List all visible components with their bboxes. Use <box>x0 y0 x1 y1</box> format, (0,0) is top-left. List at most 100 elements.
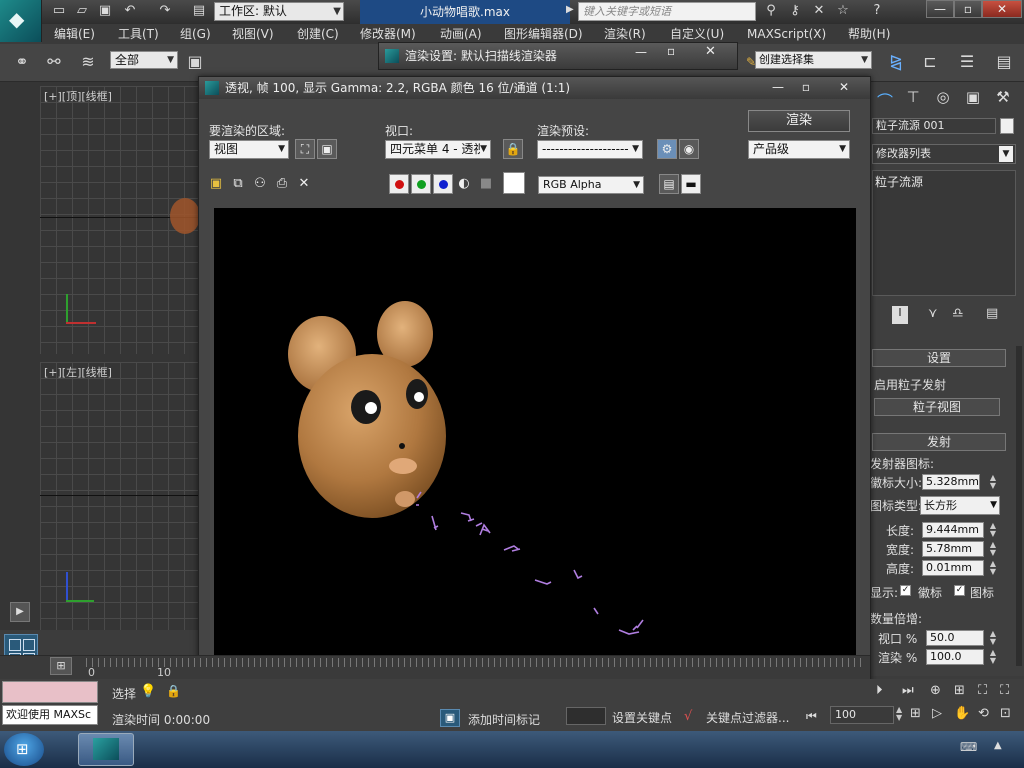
bind-space-warp-icon[interactable]: ≋ <box>76 50 100 74</box>
display-tab-icon[interactable]: ▣ <box>962 88 984 110</box>
object-color-swatch[interactable] <box>1000 118 1014 134</box>
key-icon[interactable]: ⚷ <box>786 3 804 19</box>
menu-animation[interactable]: 动画(A) <box>440 24 482 44</box>
render-setup-close-button[interactable]: ✕ <box>705 44 716 59</box>
menu-customize[interactable]: 自定义(U) <box>670 24 724 44</box>
link-icon[interactable]: ⚭ <box>10 50 34 74</box>
clone-frame-window-icon[interactable]: ⚇ <box>251 175 269 193</box>
show-icon-checkbox[interactable]: ✓ <box>954 585 965 596</box>
render-setup-maximize-button[interactable]: ▫ <box>667 44 675 58</box>
render-quality-dropdown[interactable]: 产品级 ▼ <box>748 140 850 159</box>
align-icon[interactable]: ⊏ <box>918 50 942 74</box>
clear-image-icon[interactable]: ✕ <box>295 175 313 193</box>
color-swatch[interactable] <box>503 172 525 194</box>
close-button[interactable]: ✕ <box>982 0 1022 18</box>
width-spinner[interactable]: ▲ ▼ <box>988 541 998 557</box>
modify-tab-icon[interactable]: ⌒ <box>874 88 896 111</box>
green-channel-toggle[interactable] <box>411 174 431 194</box>
logo-size-spinner[interactable]: ▲ ▼ <box>988 474 998 490</box>
frame-spinner[interactable]: ▲ ▼ <box>896 706 902 722</box>
tray-expand-icon[interactable]: ▲ <box>994 740 1002 751</box>
favorite-icon[interactable]: ☆ <box>834 3 852 19</box>
object-name-field[interactable]: 粒子流源 001 <box>872 118 996 134</box>
pan-view-icon[interactable]: ▷ <box>932 706 942 721</box>
go-to-start-icon[interactable]: ⏮ <box>806 709 817 724</box>
curve-editor-icon[interactable]: ⊞ <box>50 657 72 675</box>
copy-image-icon[interactable]: ⧉ <box>229 175 247 193</box>
render-setup-minimize-button[interactable]: — <box>635 45 647 59</box>
zoom-extents-all-icon[interactable]: ⛶ <box>1000 683 1009 698</box>
new-file-icon[interactable]: ▭ <box>50 3 68 19</box>
selection-lock-icon[interactable]: 🔒 <box>166 684 181 698</box>
viewport-pct-spinner[interactable]: ▲ ▼ <box>988 630 998 646</box>
modifier-stack-list[interactable]: 粒子流源 <box>872 170 1016 296</box>
render-preset-dropdown[interactable]: -------------------- ▼ <box>537 140 643 159</box>
show-logo-checkbox[interactable]: ✓ <box>900 585 911 596</box>
menu-group[interactable]: 组(G) <box>180 24 211 44</box>
make-unique-icon[interactable]: ♎ <box>952 306 964 321</box>
expand-arrow-button[interactable]: ▶ <box>10 602 30 622</box>
redo-icon[interactable]: ↷ <box>156 3 174 19</box>
rollout-emission-header[interactable]: 发射 <box>872 433 1006 451</box>
blue-channel-toggle[interactable] <box>433 174 453 194</box>
viewport-top[interactable]: [+][顶][线框] <box>40 86 200 354</box>
help-icon[interactable]: ? <box>868 3 886 19</box>
height-spinner[interactable]: ▲ ▼ <box>988 560 998 576</box>
length-spinner[interactable]: ▲ ▼ <box>988 522 998 538</box>
menu-edit[interactable]: 编辑(E) <box>54 24 95 44</box>
next-frame-icon[interactable]: ⏭ <box>902 683 914 698</box>
save-file-icon[interactable]: ▣ <box>96 3 114 19</box>
menu-tools[interactable]: 工具(T) <box>118 24 159 44</box>
time-tag-icon[interactable]: ▣ <box>440 709 460 727</box>
menu-modifiers[interactable]: 修改器(M) <box>360 24 416 44</box>
viewport-pct-field[interactable]: 50.0 <box>926 630 984 646</box>
orbit-icon[interactable]: ⟲ <box>978 706 989 721</box>
tools-icon[interactable]: ✕ <box>810 3 828 19</box>
monochrome-icon[interactable]: ■ <box>477 175 495 193</box>
layer-manager-icon[interactable]: ☰ <box>955 50 979 74</box>
viewport-dropdown[interactable]: 四元菜单 4 - 透视 ▼ <box>385 140 491 159</box>
render-pct-spinner[interactable]: ▲ ▼ <box>988 649 998 665</box>
particle-view-button[interactable]: 粒子视图 <box>874 398 1000 416</box>
frame-maximize-button[interactable]: ▫ <box>793 79 819 95</box>
maxscript-listener-pink[interactable] <box>2 681 98 703</box>
show-end-result-icon[interactable]: ⋎ <box>928 306 938 321</box>
viewport-left-label[interactable]: [+][左][线框] <box>44 364 112 380</box>
toggle-ui-overlay-button[interactable]: ▤ <box>659 174 679 194</box>
select-object-icon[interactable]: ▣ <box>183 50 207 74</box>
icon-type-dropdown[interactable]: 长方形 ▼ <box>920 496 1000 515</box>
area-to-render-dropdown[interactable]: 视图 ▼ <box>209 140 289 159</box>
mirror-icon[interactable]: ⧎ <box>884 50 908 74</box>
save-image-icon[interactable]: ▣ <box>207 175 225 193</box>
rollout-setup-header[interactable]: 设置 <box>872 349 1006 367</box>
start-button[interactable]: ⊞ <box>4 733 44 766</box>
environment-effects-button[interactable]: ◉ <box>679 139 699 159</box>
pin-stack-icon[interactable]: I <box>892 306 908 324</box>
motion-tab-icon[interactable]: ◎ <box>932 88 954 110</box>
red-channel-toggle[interactable] <box>389 174 409 194</box>
viewport-top-label[interactable]: [+][顶][线框] <box>44 88 112 104</box>
utilities-tab-icon[interactable]: ⚒ <box>992 88 1014 110</box>
menu-maxscript[interactable]: MAXScript(X) <box>747 24 826 44</box>
render-button[interactable]: 渲染 <box>748 110 850 132</box>
length-field[interactable]: 9.444mm <box>922 522 984 538</box>
zoom-extents-icon[interactable]: ⛶ <box>978 683 987 698</box>
open-file-icon[interactable]: ▱ <box>73 3 91 19</box>
lock-viewport-button[interactable]: 🔒 <box>503 139 523 159</box>
key-mode-field[interactable] <box>566 707 606 725</box>
configure-modifier-sets-icon[interactable]: ▤ <box>986 306 998 321</box>
field-of-view-icon[interactable]: ⊞ <box>910 706 921 721</box>
hand-pan-icon[interactable]: ✋ <box>954 706 970 721</box>
selection-filter-dropdown[interactable]: 全部 ▼ <box>110 51 178 69</box>
edit-region-button[interactable]: ⛶ <box>295 139 315 159</box>
ribbon-toggle-icon[interactable]: ▤ <box>992 50 1016 74</box>
render-setup-button[interactable]: ⚙ <box>657 139 677 159</box>
timeline-track[interactable]: ⊞ 0 10 <box>0 655 870 679</box>
search-arrow-icon[interactable]: ▶ <box>566 4 574 15</box>
named-selection-set-dropdown[interactable]: 创建选择集 ▼ <box>755 51 872 69</box>
menu-help[interactable]: 帮助(H) <box>848 24 890 44</box>
current-frame-field[interactable]: 100 <box>830 706 894 724</box>
minimize-button[interactable]: — <box>926 0 954 18</box>
keyboard-tray-icon[interactable]: ⌨ <box>960 740 977 754</box>
stack-item-particle-flow[interactable]: 粒子流源 <box>875 173 923 190</box>
